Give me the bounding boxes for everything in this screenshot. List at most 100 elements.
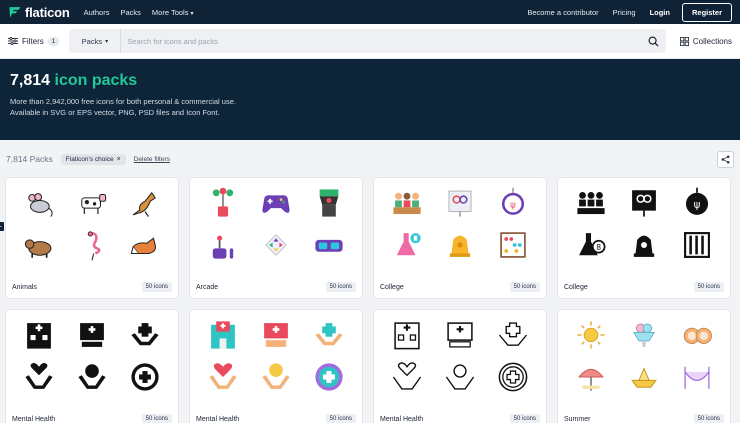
nav-more-tools-label: More Tools	[151, 7, 189, 17]
pack-name: Mental Health	[12, 415, 56, 423]
pack-name: College	[564, 283, 588, 291]
expand-sidebar-button[interactable]: +	[0, 222, 4, 231]
nav-become-contributor[interactable]: Become a contributor	[527, 8, 598, 17]
pack-card-animals[interactable]: Animals 50 icons	[5, 177, 179, 299]
pack-icon-count: 50 icons	[509, 414, 540, 423]
gender-board-icon	[632, 190, 656, 217]
sun-icon	[577, 321, 605, 349]
pack-icon-count: 50 icons	[141, 414, 172, 423]
hero-count: 7,814	[10, 72, 51, 89]
top-nav: flaticon Authors Packs More Tools ▾ Becom…	[0, 0, 740, 24]
pack-name: College	[380, 283, 404, 291]
pack-card-footer: College 50 icons	[380, 282, 540, 292]
pack-preview	[374, 310, 546, 396]
filters-count-badge: 1	[47, 36, 60, 46]
bell-icon	[449, 235, 471, 257]
gamepad-icon	[262, 195, 290, 213]
logo-text: flaticon	[25, 4, 70, 20]
pack-preview	[190, 310, 362, 396]
pack-card-footer: Arcade 50 icons	[196, 282, 356, 292]
hero-subtitle-1: More than 2,942,000 free icons for both …	[10, 97, 236, 106]
pack-card-mental-health-glyph[interactable]: Mental Health 50 icons	[5, 309, 179, 423]
svg-text:ψ: ψ	[511, 200, 517, 210]
cafeteria-sign-icon: ψ	[502, 187, 525, 215]
nav-pricing[interactable]: Pricing	[613, 8, 636, 17]
pack-preview: ψ 8	[558, 178, 730, 264]
ice-cream-cup-icon	[633, 323, 655, 347]
packs-grid: +	[0, 177, 740, 423]
heart-hands-icon	[392, 362, 421, 390]
search-type-label: Packs	[81, 36, 103, 46]
search-box: Packs ▾	[69, 29, 666, 53]
helping-hands-icon	[131, 323, 159, 346]
collections-label: Collections	[692, 36, 732, 46]
bell-icon	[633, 235, 655, 257]
delete-filters-link[interactable]: Delete filters	[134, 156, 170, 163]
students-icon	[393, 192, 421, 215]
fox-icon	[131, 237, 157, 255]
claw-machine-icon	[212, 187, 233, 217]
nav-packs[interactable]: Packs	[120, 8, 140, 17]
svg-text:8: 8	[596, 243, 601, 252]
filter-chip[interactable]: Flaticon's choice ×	[60, 153, 126, 165]
pack-name: Animals	[12, 283, 37, 291]
abacus-icon	[684, 232, 711, 258]
filters-button[interactable]: Filters 1	[8, 36, 60, 46]
share-icon	[721, 155, 730, 163]
pack-card-college-flat[interactable]: ψ College 50 icons	[373, 177, 547, 299]
paper-boat-icon	[631, 367, 657, 388]
nav-more-tools[interactable]: More Tools ▾	[152, 8, 194, 17]
smile-hands-icon	[78, 364, 106, 389]
arcade-cabinet-icon	[319, 189, 339, 217]
pack-icon-count: 50 icons	[693, 414, 724, 423]
pack-card-footer: Mental Health 50 icons	[380, 414, 540, 423]
pack-name: Summer	[564, 415, 591, 423]
smile-hands-icon	[445, 364, 475, 390]
nav-authors[interactable]: Authors	[84, 8, 110, 17]
collections-button[interactable]: Collections	[679, 36, 732, 46]
svg-text:ψ: ψ	[694, 200, 701, 211]
pack-preview	[558, 310, 730, 396]
pack-name: Mental Health	[196, 415, 240, 423]
share-button[interactable]	[717, 150, 734, 168]
search-input[interactable]	[121, 36, 642, 46]
vr-headset-icon	[315, 239, 343, 252]
search-button[interactable]	[642, 29, 666, 53]
hero-title-accent: icon packs	[54, 72, 138, 89]
gender-board-icon	[448, 190, 472, 217]
pack-preview	[6, 310, 178, 396]
hospital-icon	[210, 321, 235, 349]
pack-preview	[6, 178, 178, 264]
cafeteria-sign-icon: ψ	[686, 187, 709, 215]
pack-preview	[190, 178, 362, 264]
beach-umbrella-icon	[577, 368, 604, 391]
pack-card-mental-health-lineal[interactable]: Mental Health 50 icons	[373, 309, 547, 423]
pack-icon-count: 50 icons	[325, 282, 356, 292]
flaticon-logo[interactable]: flaticon	[8, 5, 70, 20]
hospital-icon	[26, 323, 51, 349]
chevron-down-icon: ▾	[105, 38, 109, 45]
coconut-drinks-icon	[684, 327, 713, 345]
smile-hands-icon	[262, 363, 290, 389]
helping-hands-icon	[315, 323, 343, 346]
results-count: 7,814 Packs	[6, 154, 53, 164]
filter-sliders-icon	[8, 37, 18, 45]
pack-card-footer: Mental Health 50 icons	[12, 414, 172, 423]
cow-icon	[81, 193, 107, 215]
hero-title: 7,814 icon packs	[10, 72, 730, 90]
flamingo-icon	[87, 231, 101, 261]
pack-icon-count: 50 icons	[509, 282, 540, 292]
chemistry-flask-icon: 8	[578, 233, 606, 256]
login-link[interactable]: Login	[650, 8, 670, 17]
pack-card-college-glyph[interactable]: ψ 8 College 50 icons	[557, 177, 731, 299]
pack-card-summer[interactable]: Summer 50 icons	[557, 309, 731, 423]
register-button[interactable]: Register	[681, 2, 732, 22]
heart-hands-icon	[25, 362, 53, 389]
pack-card-footer: Mental Health 50 icons	[196, 414, 356, 423]
pack-icon-count: 50 icons	[325, 414, 356, 423]
close-icon[interactable]: ×	[117, 156, 121, 163]
pack-card-mental-health-flat[interactable]: Mental Health 50 icons	[189, 309, 363, 423]
pack-card-arcade[interactable]: Arcade 50 icons	[189, 177, 363, 299]
search-type-select[interactable]: Packs ▾	[69, 29, 122, 53]
bear-icon	[24, 239, 52, 258]
